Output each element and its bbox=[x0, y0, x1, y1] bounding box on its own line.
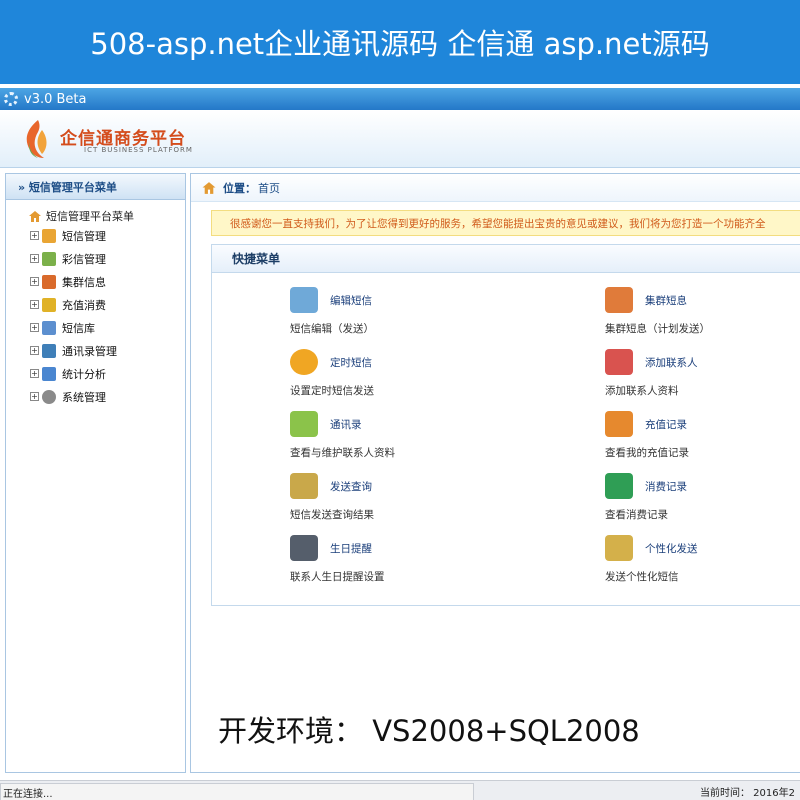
quick-item-link[interactable]: 定时短信 bbox=[330, 355, 372, 370]
quick-item-desc: 联系人生日提醒设置 bbox=[290, 571, 385, 583]
send-query-icon bbox=[290, 473, 318, 499]
sidebar-item-stats[interactable]: + 统计分析 bbox=[6, 362, 185, 385]
notice-banner: 很感谢您一直支持我们，为了让您得到更好的服务，希望您能提出宝贵的意见或建议，我们… bbox=[211, 210, 800, 236]
quick-item-desc: 设置定时短信发送 bbox=[290, 385, 374, 397]
expand-icon[interactable]: + bbox=[30, 277, 39, 286]
home-icon bbox=[29, 210, 41, 222]
notice-text: 很感谢您一直支持我们，为了让您得到更好的服务，希望您能提出宝贵的意见或建议，我们… bbox=[230, 217, 766, 230]
recharge-icon bbox=[42, 297, 56, 312]
expand-icon[interactable]: + bbox=[30, 231, 39, 240]
menu-tree: 短信管理平台菜单 + 短信管理 + 彩信管理 + 集群信息 + 充值消费 + 短信库 + 通… bbox=[6, 200, 185, 408]
sidebar-item-label: 短信管理 bbox=[62, 229, 106, 243]
expand-icon[interactable]: + bbox=[30, 300, 39, 309]
sidebar-item-label: 统计分析 bbox=[62, 367, 106, 381]
sidebar-item-label: 通讯录管理 bbox=[62, 344, 117, 358]
sms-library-icon bbox=[42, 320, 56, 335]
banner-text: 508-asp.net企业通讯源码 企信通 asp.net源码 bbox=[90, 27, 710, 61]
quick-item-link[interactable]: 充值记录 bbox=[645, 417, 687, 432]
status-bar: 正在连接... 当前时间： 2016年2 bbox=[0, 780, 800, 800]
expand-icon[interactable]: + bbox=[30, 346, 39, 355]
quick-item-link[interactable]: 集群短息 bbox=[645, 293, 687, 308]
mms-icon bbox=[42, 251, 56, 266]
quick-item-link[interactable]: 编辑短信 bbox=[330, 293, 372, 308]
expand-icon[interactable]: + bbox=[30, 254, 39, 263]
dev-environment-caption: 开发环境： VS2008+SQL2008 bbox=[218, 714, 640, 748]
birthday-icon bbox=[290, 535, 318, 561]
sidebar-item-library[interactable]: + 短信库 bbox=[6, 316, 185, 339]
quick-item-desc: 查看与维护联系人资料 bbox=[290, 447, 395, 459]
sidebar-item-label: 集群信息 bbox=[62, 275, 106, 289]
sidebar-item-label: 系统管理 bbox=[62, 390, 106, 404]
expand-icon[interactable]: + bbox=[30, 392, 39, 401]
quick-item-link[interactable]: 添加联系人 bbox=[645, 355, 698, 370]
quick-item-desc: 查看我的充值记录 bbox=[605, 447, 689, 459]
quick-item-desc: 查看消费记录 bbox=[605, 509, 668, 521]
shopping-cart-icon bbox=[605, 411, 633, 437]
sms-icon bbox=[42, 228, 56, 243]
address-book-icon bbox=[290, 411, 318, 437]
quick-menu-title: 快捷菜单 bbox=[212, 245, 800, 273]
app-version: v3.0 Beta bbox=[24, 91, 87, 107]
expand-icon[interactable]: + bbox=[30, 323, 39, 332]
chart-icon bbox=[42, 366, 56, 381]
top-banner: 508-asp.net企业通讯源码 企信通 asp.net源码 bbox=[0, 0, 800, 84]
quick-item-link[interactable]: 消费记录 bbox=[645, 479, 687, 494]
window-titlebar: v3.0 Beta bbox=[0, 88, 800, 110]
main-content: 位置： 首页 很感谢您一直支持我们，为了让您得到更好的服务，希望您能提出宝贵的意… bbox=[190, 173, 800, 773]
breadcrumb: 位置： 首页 bbox=[191, 174, 800, 202]
sidebar-item-recharge[interactable]: + 充值消费 bbox=[6, 293, 185, 316]
sidebar-item-mms[interactable]: + 彩信管理 bbox=[6, 247, 185, 270]
settings-icon bbox=[42, 389, 56, 404]
sidebar-item-sms[interactable]: + 短信管理 bbox=[6, 224, 185, 247]
sidebar-item-label: 充值消费 bbox=[62, 298, 106, 312]
group-sms-icon bbox=[42, 274, 56, 289]
logo-subtitle: ICT BUSINESS PLATFORM bbox=[84, 146, 193, 154]
tree-root-label: 短信管理平台菜单 bbox=[46, 210, 134, 223]
sidebar-item-label: 彩信管理 bbox=[62, 252, 106, 266]
tree-root[interactable]: 短信管理平台菜单 bbox=[6, 208, 185, 224]
quick-item-desc: 发送个性化短信 bbox=[605, 571, 679, 583]
quick-menu: 快捷菜单 编辑短信 短信编辑（发送） 集群短息 集群短息（计划发送） 定时短信 … bbox=[211, 244, 800, 606]
sidebar-item-system[interactable]: + 系统管理 bbox=[6, 385, 185, 408]
quick-item-desc: 集群短息（计划发送） bbox=[605, 323, 710, 335]
sidebar-item-group[interactable]: + 集群信息 bbox=[6, 270, 185, 293]
group-send-icon bbox=[605, 287, 633, 313]
sidebar-item-contacts[interactable]: + 通讯录管理 bbox=[6, 339, 185, 362]
quick-item-link[interactable]: 生日提醒 bbox=[330, 541, 372, 556]
edit-sms-icon bbox=[290, 287, 318, 313]
quick-item-desc: 短信发送查询结果 bbox=[290, 509, 374, 521]
sidebar-item-label: 短信库 bbox=[62, 321, 95, 335]
add-contact-icon bbox=[605, 349, 633, 375]
sidebar-title: » 短信管理平台菜单 bbox=[6, 174, 185, 200]
sidebar: » 短信管理平台菜单 短信管理平台菜单 + 短信管理 + 彩信管理 + 集群信息 + 充… bbox=[5, 173, 186, 773]
gear-icon bbox=[4, 92, 18, 106]
quick-item-link[interactable]: 通讯录 bbox=[330, 417, 362, 432]
quick-item-link[interactable]: 发送查询 bbox=[330, 479, 372, 494]
quick-item-link[interactable]: 个性化发送 bbox=[645, 541, 698, 556]
app-header: 企信通商务平台 ICT BUSINESS PLATFORM bbox=[0, 110, 800, 168]
location-value[interactable]: 首页 bbox=[258, 180, 280, 196]
contacts-icon bbox=[42, 343, 56, 358]
quick-item-desc: 短信编辑（发送） bbox=[290, 323, 374, 335]
download-icon bbox=[605, 473, 633, 499]
quick-item-desc: 添加联系人资料 bbox=[605, 385, 679, 397]
flame-logo-icon bbox=[26, 120, 47, 158]
status-text: 正在连接... bbox=[0, 783, 474, 800]
location-label: 位置： bbox=[223, 181, 256, 195]
personalized-icon bbox=[605, 535, 633, 561]
expand-icon[interactable]: + bbox=[30, 369, 39, 378]
home-icon bbox=[202, 181, 216, 194]
alarm-clock-icon bbox=[290, 349, 318, 375]
current-time: 当前时间： 2016年2 bbox=[700, 788, 795, 799]
